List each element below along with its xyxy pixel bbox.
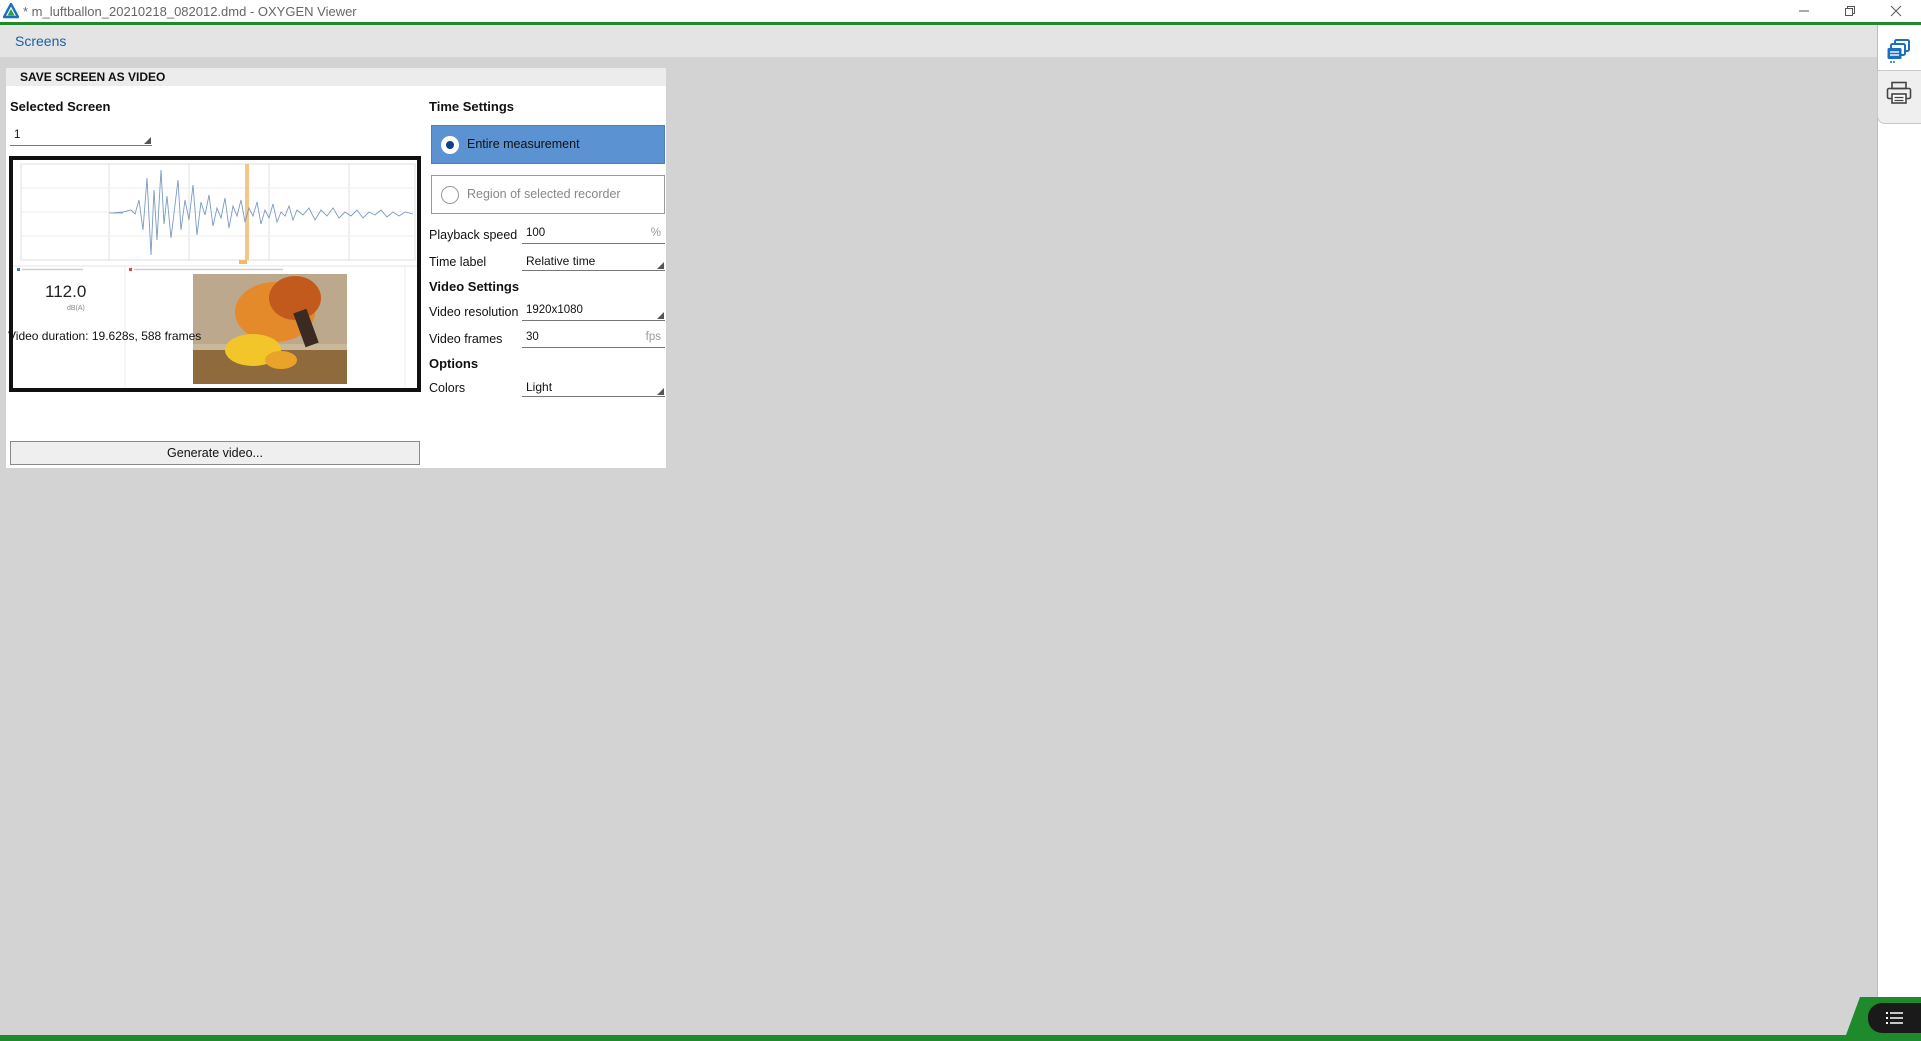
radio-entire-measurement-label: Entire measurement bbox=[467, 137, 580, 151]
dropdown-corner-icon bbox=[657, 312, 664, 319]
options-heading: Options bbox=[429, 356, 479, 371]
window-title: * m_luftballon_20210218_082012.dmd - OXY… bbox=[23, 4, 357, 19]
screens-bar: Screens bbox=[0, 25, 1877, 57]
radio-unselected-icon bbox=[441, 186, 459, 204]
screens-stack-icon[interactable] bbox=[1885, 37, 1913, 65]
playback-speed-unit: % bbox=[650, 227, 661, 239]
minimize-button[interactable] bbox=[1781, 0, 1827, 22]
playback-speed-label: Playback speed bbox=[429, 228, 518, 242]
video-frames-input[interactable]: 30 fps bbox=[522, 330, 665, 348]
video-settings-heading: Video Settings bbox=[429, 279, 520, 294]
colors-value: Light bbox=[526, 380, 553, 394]
close-button[interactable] bbox=[1873, 0, 1919, 22]
radio-region-selected-recorder[interactable]: Region of selected recorder bbox=[431, 175, 665, 214]
radio-entire-measurement[interactable]: Entire measurement bbox=[431, 125, 665, 164]
accent-bar-bottom bbox=[0, 1035, 1921, 1041]
time-label-dropdown[interactable]: Relative time bbox=[522, 253, 665, 271]
preview-meter-value: 112.0 bbox=[45, 282, 87, 301]
generate-video-button[interactable]: Generate video... bbox=[10, 441, 420, 465]
video-frames-value: 30 bbox=[526, 331, 539, 343]
panel-title: SAVE SCREEN AS VIDEO bbox=[20, 70, 166, 84]
preview-graph bbox=[13, 160, 417, 388]
screen-preview: 112.0 dB(A) bbox=[9, 156, 421, 392]
selected-screen-value: 1 bbox=[14, 129, 21, 141]
video-duration-text: Video duration: 19.628s, 588 frames bbox=[8, 329, 202, 343]
playback-speed-value: 100 bbox=[526, 227, 546, 239]
oxygen-logo-icon bbox=[2, 2, 20, 19]
playback-speed-input[interactable]: 100 % bbox=[522, 226, 665, 244]
selected-screen-dropdown[interactable]: 1 bbox=[10, 128, 152, 146]
screens-link[interactable]: Screens bbox=[15, 33, 66, 49]
time-label-value: Relative time bbox=[526, 254, 596, 268]
video-resolution-value: 1920x1080 bbox=[526, 304, 583, 316]
dropdown-corner-icon bbox=[657, 388, 664, 395]
video-frames-label: Video frames bbox=[429, 332, 503, 346]
title-bar: * m_luftballon_20210218_082012.dmd - OXY… bbox=[0, 0, 1921, 22]
print-icon[interactable] bbox=[1885, 79, 1913, 107]
save-screen-as-video-panel: SAVE SCREEN AS VIDEO Selected Screen 1 1… bbox=[6, 68, 666, 468]
colors-label: Colors bbox=[429, 381, 466, 395]
selected-screen-heading: Selected Screen bbox=[10, 99, 111, 114]
right-sidebar bbox=[1877, 25, 1921, 1035]
video-resolution-label: Video resolution bbox=[429, 305, 519, 319]
restore-button[interactable] bbox=[1827, 0, 1873, 22]
list-menu-icon[interactable] bbox=[1868, 1003, 1921, 1033]
time-label-label: Time label bbox=[429, 255, 487, 269]
preview-meter-unit: dB(A) bbox=[67, 305, 85, 312]
time-settings-heading: Time Settings bbox=[429, 99, 515, 114]
colors-dropdown[interactable]: Light bbox=[522, 379, 665, 397]
video-frames-unit: fps bbox=[645, 331, 661, 343]
radio-selected-icon bbox=[441, 136, 459, 154]
dropdown-corner-icon bbox=[657, 262, 664, 269]
dropdown-corner-icon bbox=[144, 137, 151, 144]
video-resolution-dropdown[interactable]: 1920x1080 bbox=[522, 303, 665, 321]
panel-header: SAVE SCREEN AS VIDEO bbox=[6, 68, 666, 86]
radio-region-label: Region of selected recorder bbox=[467, 187, 621, 201]
